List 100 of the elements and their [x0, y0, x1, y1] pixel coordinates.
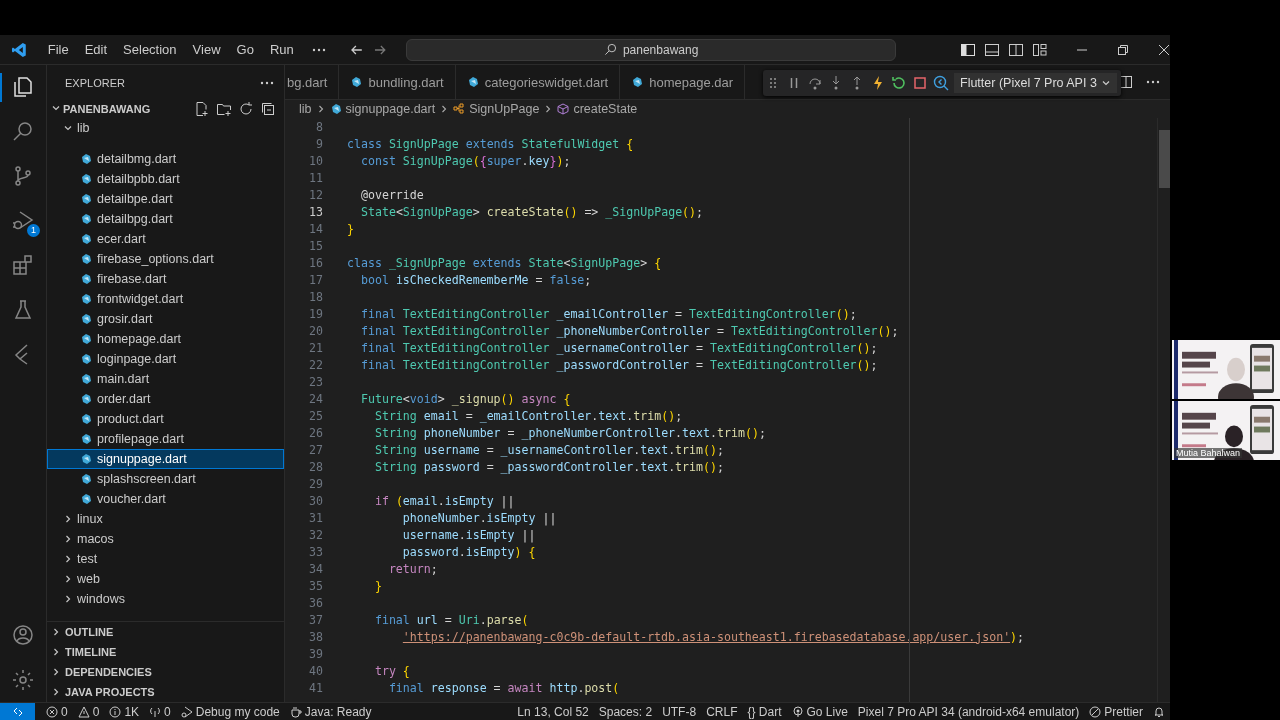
- line-number: 38: [308, 629, 323, 644]
- status-item[interactable]: Java: Ready: [304, 704, 372, 719]
- code-line: String email = _emailController.text.trim();: [373, 408, 683, 423]
- tree-entry[interactable]: detailbpe.dart: [47, 189, 284, 209]
- menu-item[interactable]: View: [184, 42, 229, 57]
- code-line: password.isEmpty) {: [401, 544, 536, 559]
- menu-item[interactable]: Selection: [115, 42, 185, 57]
- status-item[interactable]: Prettier: [1104, 704, 1143, 719]
- breadcrumb-item[interactable]: signuppage.dart: [345, 102, 436, 116]
- code-line: try {: [373, 663, 410, 678]
- status-item[interactable]: UTF-8: [662, 704, 697, 719]
- code-line: final TextEditingController _passwordController = TextEditingController();: [359, 357, 878, 372]
- section-header[interactable]: DEPENDENCIES: [47, 662, 284, 682]
- code-line: if (email.isEmpty ||: [373, 493, 515, 508]
- status-item[interactable]: 0: [61, 704, 68, 719]
- code-line: final TextEditingController _usernameController = TextEditingController();: [359, 340, 878, 355]
- participant-name: Mutia Bahalwan: [1174, 448, 1243, 458]
- tree-entry[interactable]: firebase.dart: [47, 269, 284, 289]
- code-line: const SignUpPage({super.key});: [359, 153, 571, 168]
- line-number: 40: [308, 663, 323, 678]
- menu-item[interactable]: Edit: [76, 42, 116, 57]
- folder-item[interactable]: macos: [47, 529, 284, 549]
- code-line: }: [347, 221, 354, 236]
- command-center-search[interactable]: panenbawang: [406, 38, 896, 61]
- menu-item[interactable]: Run: [261, 42, 302, 57]
- line-number: 29: [308, 476, 323, 491]
- line-number: 36: [308, 595, 323, 610]
- line-number: 13: [308, 204, 323, 219]
- folder-item[interactable]: linux: [47, 509, 284, 529]
- line-number: 22: [308, 357, 323, 372]
- tree-entry[interactable]: detailbmg.dart: [47, 149, 284, 169]
- status-item[interactable]: 1K: [124, 704, 140, 719]
- tree-entry[interactable]: order.dart: [47, 389, 284, 409]
- status-item[interactable]: Go Live: [806, 704, 848, 719]
- status-item[interactable]: Spaces: 2: [598, 704, 653, 719]
- code-line: final url = Uri.parse(: [373, 612, 529, 627]
- editor-tab[interactable]: bundling.dart: [339, 65, 456, 99]
- code-line: String username = _usernameController.text.trim();: [373, 442, 724, 457]
- line-number: 20: [308, 323, 323, 338]
- folder-item[interactable]: web: [47, 569, 284, 589]
- device-dropdown[interactable]: Flutter (Pixel 7 Pro API 3: [954, 73, 1117, 93]
- breadcrumb-item[interactable]: lib: [299, 102, 312, 116]
- line-number: 32: [308, 527, 323, 542]
- line-number: 41: [308, 680, 323, 695]
- line-number: 21: [308, 340, 323, 355]
- line-number: 12: [308, 187, 323, 202]
- tree-entry[interactable]: splashscreen.dart: [47, 469, 284, 489]
- status-item[interactable]: {} Dart: [747, 704, 782, 719]
- tree-entry[interactable]: main.dart: [47, 369, 284, 389]
- status-item[interactable]: Ln 13, Col 52: [517, 704, 589, 719]
- breadcrumb-item[interactable]: SignUpPage: [469, 102, 540, 116]
- code-line: final TextEditingController _phoneNumberController = TextEditingController();: [359, 323, 899, 338]
- menu-item[interactable]: Go: [228, 42, 262, 57]
- tree-entry[interactable]: homepage.dart: [47, 329, 284, 349]
- status-item[interactable]: CRLF: [706, 704, 738, 719]
- tree-entry[interactable]: voucher.dart: [47, 489, 284, 509]
- menu-item[interactable]: File: [39, 42, 77, 57]
- folder-item[interactable]: lib: [47, 118, 284, 138]
- editor-tab[interactable]: bg.dart: [285, 65, 340, 99]
- line-number: 15: [308, 238, 323, 253]
- status-item[interactable]: 0: [164, 704, 171, 719]
- project-name[interactable]: PANENBAWANG: [63, 103, 151, 115]
- code-line: }: [373, 578, 382, 593]
- tree-entry[interactable]: firebase_options.dart: [47, 249, 284, 269]
- tree-entry[interactable]: detailbpg.dart: [47, 209, 284, 229]
- line-number: 19: [308, 306, 323, 321]
- tree-entry[interactable]: signuppage.dart: [47, 449, 284, 469]
- editor-tab[interactable]: categorieswidget.dart: [455, 65, 621, 99]
- code-line: phoneNumber.isEmpty ||: [401, 510, 557, 525]
- line-number: 24: [308, 391, 323, 406]
- tree-entry[interactable]: profilepage.dart: [47, 429, 284, 449]
- folder-item[interactable]: test: [47, 549, 284, 569]
- status-item[interactable]: 0: [92, 704, 100, 719]
- section-header[interactable]: TIMELINE: [47, 642, 284, 662]
- breadcrumb-item[interactable]: createState: [573, 102, 638, 116]
- folder-item[interactable]: windows: [47, 589, 284, 609]
- tree-entry[interactable]: ecer.dart: [47, 229, 284, 249]
- code-line: class _SignUpPage extends State<SignUpPage> {: [347, 255, 662, 270]
- line-number: 9: [315, 136, 323, 151]
- code-line: class SignUpPage extends StatefulWidget {: [347, 136, 634, 151]
- tree-entry[interactable]: detailbpbb.dart: [47, 169, 284, 189]
- editor-tab[interactable]: homepage.dar: [620, 65, 746, 99]
- code-line: username.isEmpty ||: [401, 527, 536, 542]
- code-line: return;: [387, 561, 438, 576]
- tree-entry[interactable]: grosir.dart: [47, 309, 284, 329]
- status-item[interactable]: Debug my code: [195, 704, 280, 719]
- code-line: String password = _passwordController.text.trim();: [373, 459, 724, 474]
- line-number: 16: [308, 255, 323, 270]
- section-header[interactable]: JAVA PROJECTS: [47, 682, 284, 702]
- line-number: 11: [308, 170, 323, 185]
- code-line: final TextEditingController _emailController = TextEditingController();: [359, 306, 857, 321]
- tree-entry[interactable]: loginpage.dart: [47, 349, 284, 369]
- status-item[interactable]: Pixel 7 Pro API 34 (android-x64 emulator): [857, 704, 1080, 719]
- code-line: final response = await http.post(: [387, 680, 620, 695]
- tree-entry[interactable]: product.dart: [47, 409, 284, 429]
- tree-entry[interactable]: frontwidget.dart: [47, 289, 284, 309]
- line-number: 23: [308, 374, 323, 389]
- line-number: 34: [308, 561, 323, 576]
- code-line: @override: [359, 187, 424, 202]
- section-header[interactable]: OUTLINE: [47, 622, 284, 642]
